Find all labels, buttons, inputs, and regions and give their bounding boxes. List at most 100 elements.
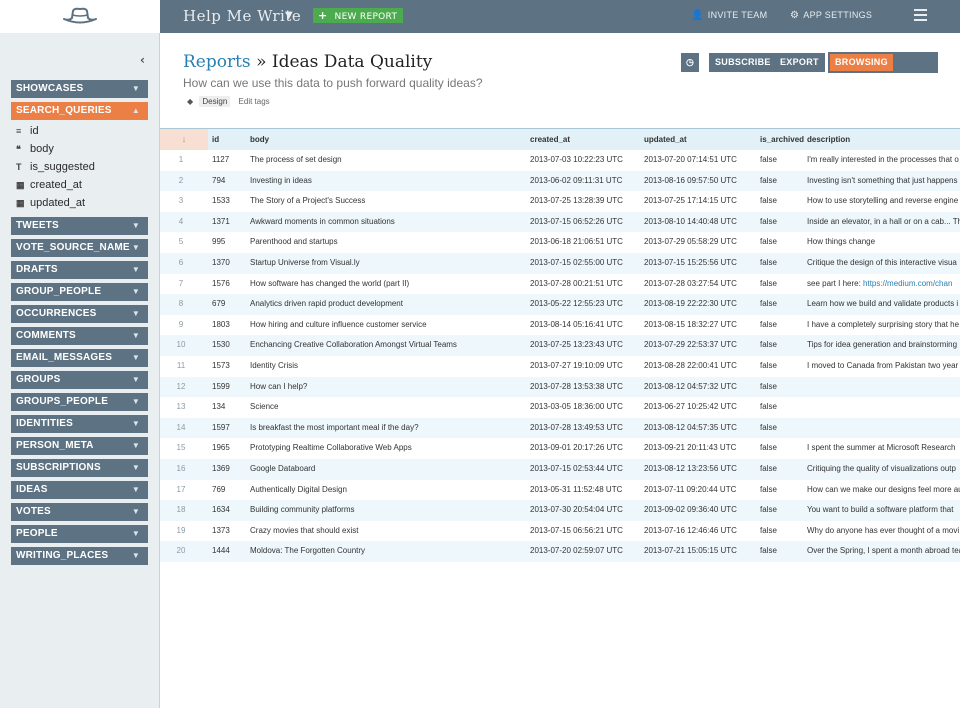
table-row[interactable]: 12 1599 How can I help? 2013-07-28 13:53:38… <box>160 376 960 398</box>
chevron-down-icon[interactable]: ▼ <box>132 217 140 235</box>
sidebar-item[interactable]: PERSON_META ▼ <box>11 437 148 455</box>
chevron-down-icon[interactable]: ▼ <box>132 503 140 521</box>
sidebar-item[interactable]: VOTES ▼ <box>11 503 148 521</box>
table-row[interactable]: 3 1533 The Story of a Project's Success 201… <box>160 191 960 212</box>
app-settings-link[interactable]: ⚙ APP SETTINGS <box>790 10 872 21</box>
chevron-left-icon[interactable]: ‹ <box>140 53 145 67</box>
sidebar-item[interactable]: IDEAS ▼ <box>11 481 148 499</box>
sidebar: ‹ SHOWCASES ▼ SEARCH_QUERIES ▲ ≡ id ❝ body Tis_s… <box>0 33 160 708</box>
chevron-down-icon[interactable]: ▼ <box>132 481 140 499</box>
table-row[interactable]: 10 1530 Enchancing Creative Collaboration … <box>160 335 960 356</box>
table-row[interactable]: 15 1965 Prototyping Realtime Collaborative… <box>160 438 960 459</box>
sidebar-item[interactable]: PEOPLE ▼ <box>11 525 148 543</box>
chevron-down-icon[interactable]: ▼ <box>132 371 140 389</box>
sidebar-item-label: SEARCH_QUERIES <box>16 105 112 116</box>
chevron-down-icon[interactable]: ▼ <box>132 261 140 279</box>
editing-button[interactable]: EDITING <box>830 71 879 88</box>
calendar-icon: ▦ <box>16 198 25 208</box>
sidebar-item[interactable]: SHOWCASES ▼ <box>11 80 148 98</box>
chevron-down-icon[interactable]: ▼ <box>132 239 140 257</box>
table-cell: 2013-07-28 00:21:51 UTC <box>530 278 623 288</box>
table-row[interactable]: 20 1444 Moldova: The Forgotten Country 2013… <box>160 541 960 562</box>
field-item[interactable]: ▦ created_at <box>16 176 148 194</box>
table-cell: 2013-08-12 04:57:35 UTC <box>644 422 737 432</box>
column-header[interactable]: updated_at <box>644 129 687 150</box>
subscribe-button[interactable]: SUBSCRIBE <box>709 53 777 72</box>
table-row[interactable]: 11 1573 Identity Crisis 2013-07-27 19:10:09… <box>160 356 960 377</box>
sidebar-item[interactable]: OCCURRENCES ▼ <box>11 305 148 323</box>
table-cell: Prototyping Realtime Collaborative Web A… <box>250 443 412 453</box>
table-row[interactable]: 8 679 Analytics driven rapid product devel… <box>160 294 960 315</box>
column-header[interactable]: description <box>807 129 850 150</box>
sidebar-item[interactable]: DRAFTS ▼ <box>11 261 148 279</box>
chevron-down-icon[interactable]: ▼ <box>285 10 293 21</box>
table-cell: 2013-07-15 02:53:44 UTC <box>530 464 623 473</box>
chevron-down-icon[interactable]: ▼ <box>132 305 140 323</box>
chevron-down-icon[interactable]: ▼ <box>132 349 140 367</box>
clock-button[interactable]: ◷ <box>681 53 700 72</box>
export-button[interactable]: EXPORT <box>774 53 825 72</box>
column-header[interactable]: created_at <box>530 129 570 150</box>
chevron-down-icon[interactable]: ▼ <box>132 80 140 98</box>
table-row[interactable]: 5 995 Parenthood and startups 2013-06-18 21… <box>160 232 960 253</box>
table-cell: 2013-07-28 13:53:38 UTC <box>530 381 623 391</box>
sidebar-item[interactable]: EMAIL_MESSAGES ▼ <box>11 349 148 367</box>
sidebar-item[interactable]: VOTE_SOURCE_NAME ▼ <box>11 239 148 257</box>
tag-design[interactable]: Design <box>199 96 231 107</box>
clock-icon: ◷ <box>686 57 695 67</box>
sidebar-item[interactable]: GROUPS_PEOPLE ▼ <box>11 393 148 411</box>
sidebar-item[interactable]: GROUPS ▼ <box>11 371 148 389</box>
field-item[interactable]: ≡ id <box>16 122 148 140</box>
table-cell: How can I help? <box>250 381 308 391</box>
sidebar-item-label: PEOPLE <box>16 528 58 539</box>
url-link[interactable]: https://medium.com/chan <box>863 279 952 288</box>
breadcrumb-reports[interactable]: Reports <box>183 52 251 72</box>
table-row[interactable]: 16 1369 Google Databoard 2013-07-15 02:53:4… <box>160 459 960 480</box>
column-header[interactable]: id <box>212 129 219 150</box>
column-header[interactable]: is_archived <box>760 129 804 150</box>
table-row[interactable]: 18 1634 Building community platforms 2013-0… <box>160 500 960 521</box>
table-row[interactable]: 17 769 Authentically Digital Design 2013-05… <box>160 480 960 501</box>
chevron-down-icon[interactable]: ▼ <box>132 547 140 565</box>
chevron-up-icon[interactable]: ▲ <box>132 102 140 120</box>
chevron-down-icon[interactable]: ▼ <box>132 437 140 455</box>
table-row[interactable]: 1 1127 The process of set design 2013-07-03… <box>160 150 960 171</box>
row-number: 20 <box>176 546 186 556</box>
field-item[interactable]: ▦ updated_at <box>16 194 148 212</box>
table-row[interactable]: 7 1576 How software has changed the world … <box>160 274 960 295</box>
table-row[interactable]: 9 1803 How hiring and culture influence cu… <box>160 315 960 336</box>
sidebar-item[interactable]: SEARCH_QUERIES ▲ <box>11 102 148 120</box>
table-row[interactable]: 6 1370 Startup Universe from Visual.ly 2013… <box>160 253 960 274</box>
table-row[interactable]: 2 794 Investing in ideas 2013-06-02 09:11:3… <box>160 170 960 192</box>
edit-tags-link[interactable]: Edit tags <box>239 97 270 106</box>
chevron-down-icon[interactable]: ▼ <box>132 393 140 411</box>
chevron-down-icon[interactable]: ▼ <box>132 283 140 301</box>
logo[interactable] <box>0 0 160 33</box>
table-row[interactable]: 4 1371 Awkward moments in common situation… <box>160 211 960 233</box>
table-row[interactable]: 14 1597 Is breakfast the most important me… <box>160 417 960 439</box>
column-header[interactable]: body <box>250 129 269 150</box>
table-cell: Google Databoard <box>250 464 316 473</box>
new-report-button[interactable]: + NEW REPORT <box>313 8 404 23</box>
sort-indicator[interactable]: ↓ <box>160 129 208 150</box>
browsing-button[interactable]: BROWSING <box>830 54 893 71</box>
field-item[interactable]: ❝ body <box>16 140 148 158</box>
invite-team-link[interactable]: 👤 INVITE TEAM <box>691 10 767 21</box>
chevron-down-icon[interactable]: ▼ <box>132 327 140 345</box>
sidebar-item[interactable]: GROUP_PEOPLE ▼ <box>11 283 148 301</box>
chevron-down-icon[interactable]: ▼ <box>132 525 140 543</box>
sidebar-item[interactable]: SUBSCRIPTIONS ▼ <box>11 459 148 477</box>
app-title[interactable]: Help Me Write <box>183 7 301 25</box>
table-row[interactable]: 13 134 Science 2013-03-05 18:36:00 UTC 2013-… <box>160 397 960 418</box>
chevron-down-icon[interactable]: ▼ <box>132 415 140 433</box>
table-cell: 2013-08-10 14:40:48 UTC <box>644 216 737 226</box>
sidebar-item[interactable]: COMMENTS ▼ <box>11 327 148 345</box>
menu-icon[interactable] <box>914 9 927 24</box>
sidebar-item[interactable]: WRITING_PLACES ▼ <box>11 547 148 565</box>
row-number: 7 <box>178 278 184 288</box>
field-item[interactable]: Tis_suggested <box>16 158 148 176</box>
table-row[interactable]: 19 1373 Crazy movies that should exist 2013… <box>160 521 960 542</box>
sidebar-item[interactable]: TWEETS ▼ <box>11 217 148 235</box>
sidebar-item[interactable]: IDENTITIES ▼ <box>11 415 148 433</box>
chevron-down-icon[interactable]: ▼ <box>132 459 140 477</box>
